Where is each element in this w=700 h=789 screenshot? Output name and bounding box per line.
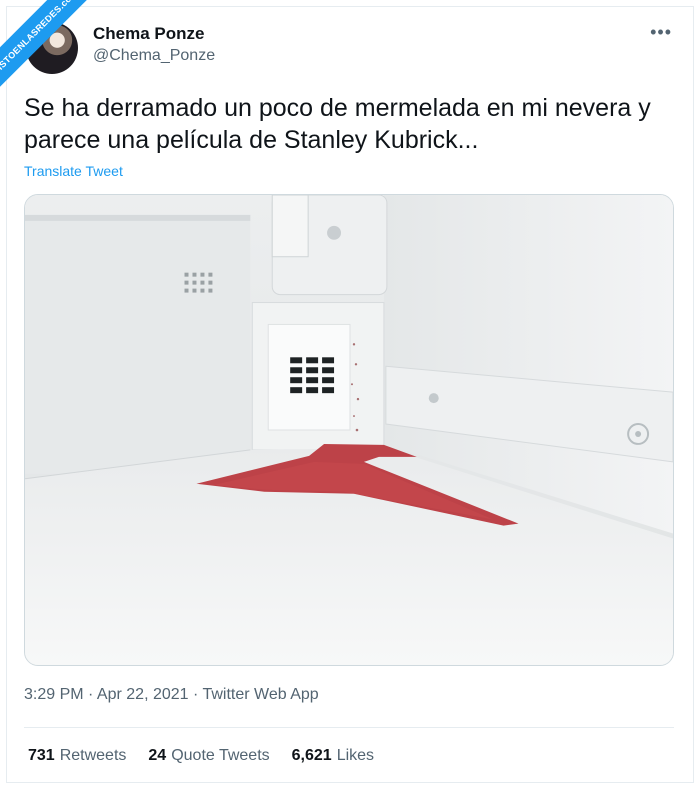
tweet-photo[interactable] <box>24 194 674 666</box>
engagement-stats: 731 Retweets 24 Quote Tweets 6,621 Likes <box>28 747 374 765</box>
retweets-count: 731 <box>28 747 55 764</box>
display-name[interactable]: Chema Ponze <box>93 24 204 44</box>
quote-tweets-stat[interactable]: 24 Quote Tweets <box>148 747 269 765</box>
divider <box>24 727 674 728</box>
retweets-stat[interactable]: 731 Retweets <box>28 747 126 765</box>
retweets-label: Retweets <box>59 747 127 764</box>
likes-count: 6,621 <box>291 747 332 764</box>
likes-label: Likes <box>336 747 375 764</box>
quote-tweets-count: 24 <box>148 747 167 764</box>
user-handle[interactable]: @Chema_Ponze <box>93 47 215 65</box>
tweet-text: Se ha derramado un poco de mermelada en … <box>24 94 651 154</box>
tweet-timestamp[interactable]: 3:29 PM · Apr 22, 2021 · Twitter Web App <box>24 686 319 704</box>
translate-tweet-link[interactable]: Translate Tweet <box>24 163 123 179</box>
quote-tweets-label: Quote Tweets <box>171 747 270 764</box>
more-horizontal-icon[interactable]: ••• <box>650 23 672 41</box>
likes-stat[interactable]: 6,621 Likes <box>292 747 374 765</box>
